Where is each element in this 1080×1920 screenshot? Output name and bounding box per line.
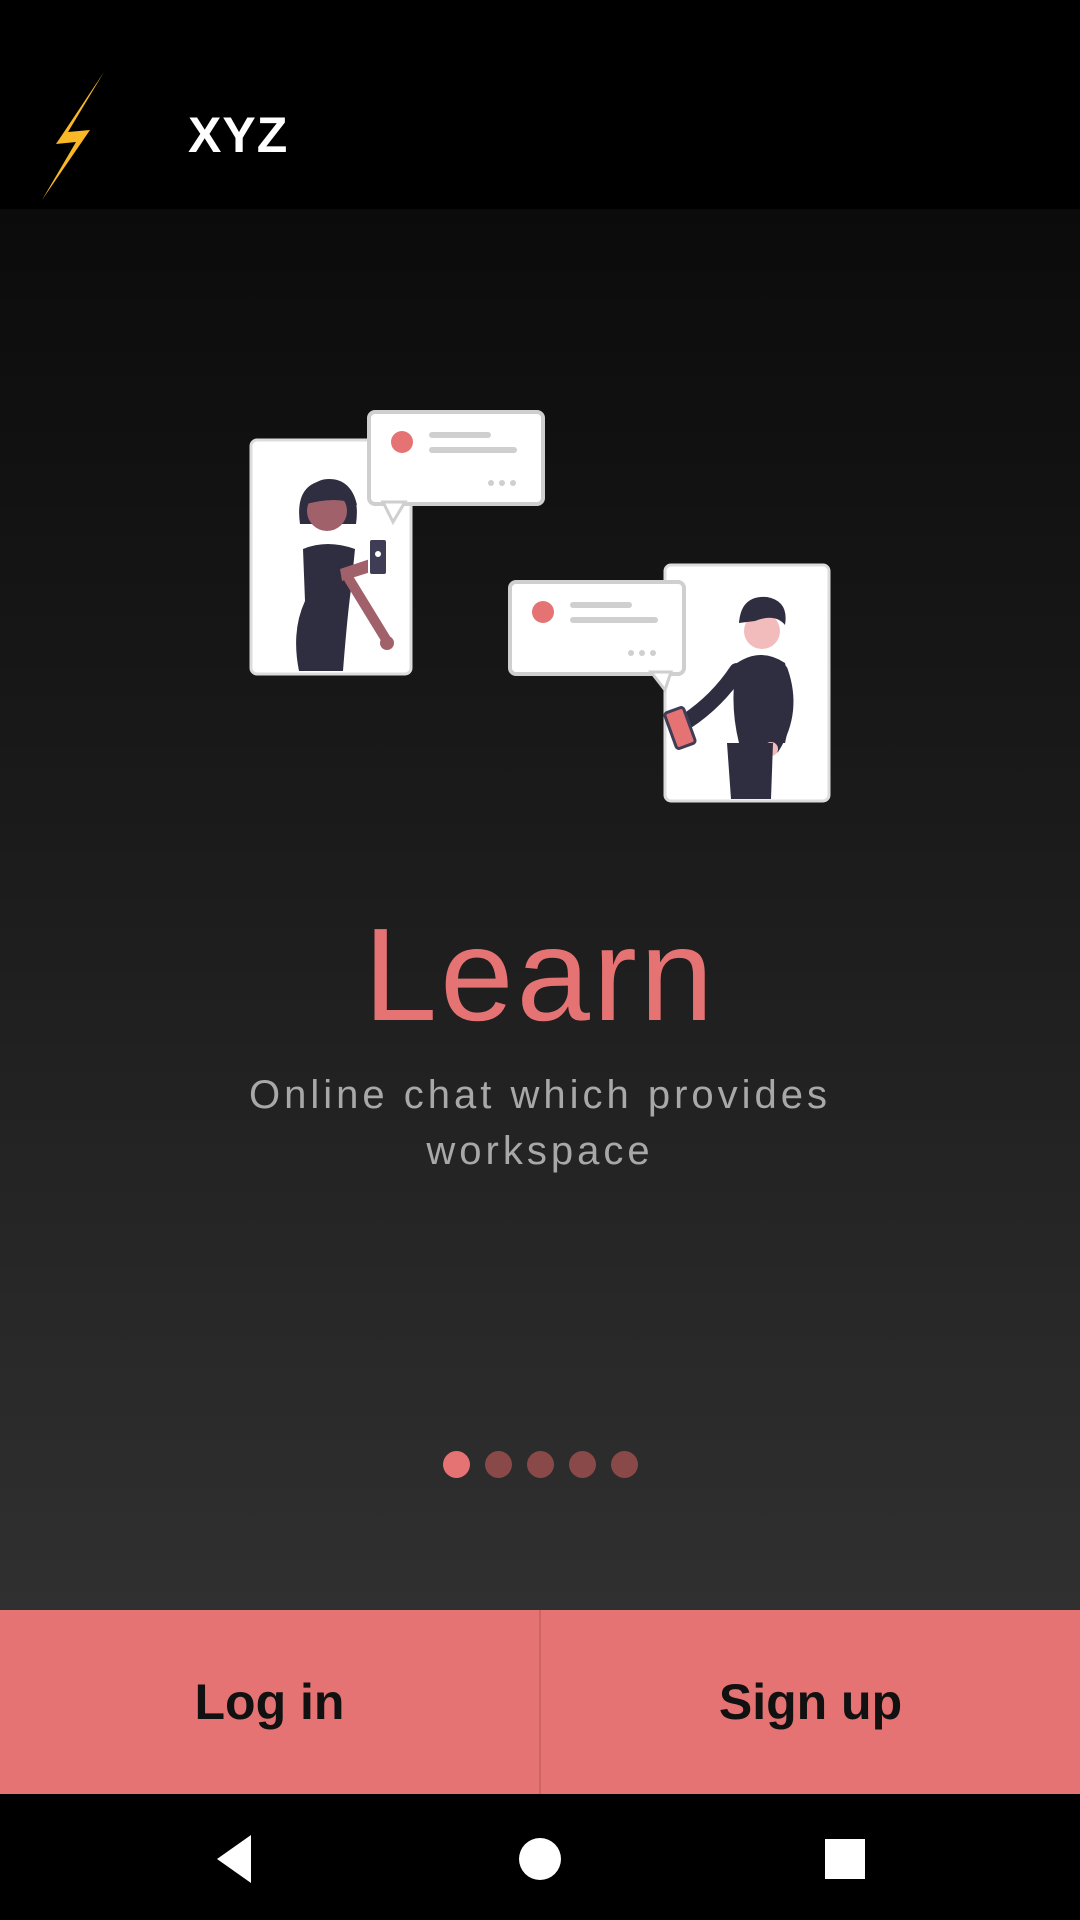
system-nav-bar (0, 1794, 1080, 1920)
onboarding-subtitle: Online chat which provides workspace (248, 1073, 832, 1173)
onboarding-headline: Learn (363, 901, 717, 1048)
page-dot[interactable] (484, 1451, 512, 1478)
two-people-chatting-illustration (249, 410, 831, 803)
page-dot[interactable] (610, 1451, 638, 1478)
page-dot[interactable] (568, 1451, 596, 1478)
page-dot[interactable] (442, 1451, 470, 1478)
home-circle-icon[interactable] (510, 1829, 570, 1889)
back-triangle-icon[interactable] (205, 1829, 265, 1889)
page-dot[interactable] (526, 1451, 554, 1478)
app-title: XYZ (188, 107, 289, 163)
signup-button[interactable]: Sign up (539, 1610, 1080, 1794)
app-bar: XYZ (0, 0, 1080, 209)
lightning-bolt-icon (42, 72, 104, 200)
action-buttons: Log in Sign up (0, 1610, 1080, 1794)
onboarding-page[interactable]: Learn Online chat which provides workspa… (0, 209, 1080, 1610)
page-indicator[interactable] (0, 1451, 1080, 1481)
login-button[interactable]: Log in (0, 1610, 539, 1794)
recents-square-icon[interactable] (815, 1829, 875, 1889)
